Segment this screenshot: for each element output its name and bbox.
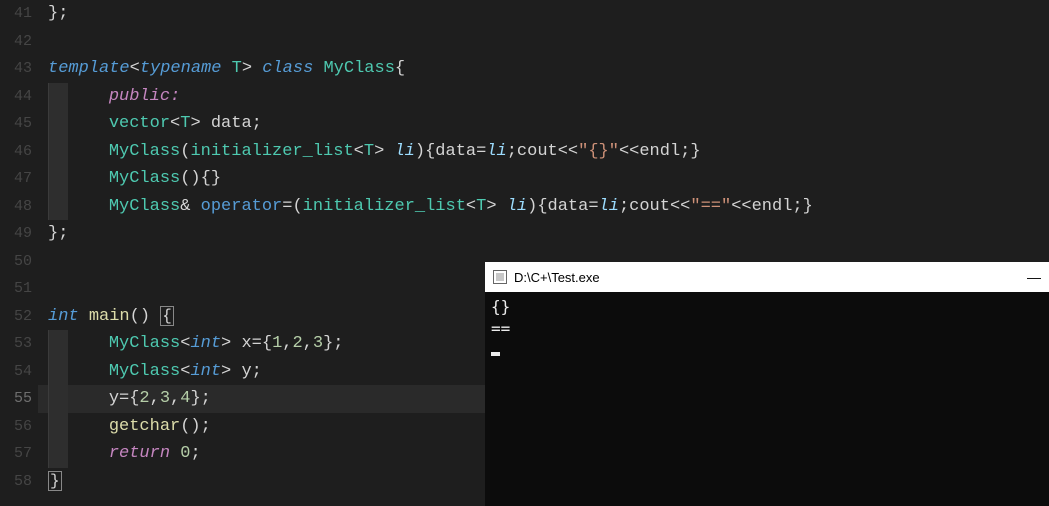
line-number: 57 [0, 440, 32, 468]
keyword-operator: operator [201, 197, 283, 216]
var-y: y [109, 389, 119, 408]
code-line[interactable]: template<typename T> class MyClass{ [38, 55, 1049, 83]
line-number: 52 [0, 303, 32, 331]
terminal-titlebar[interactable]: D:\C+\Test.exe — [485, 262, 1049, 292]
string-literal: "{}" [578, 142, 619, 161]
line-gutter: 41 42 43 44 45 46 47 48 49 50 51 52 53 5… [0, 0, 38, 506]
type-param: T [180, 114, 190, 133]
keyword-typename: typename [140, 59, 222, 78]
line-number: 53 [0, 330, 32, 358]
class-name: MyClass [109, 362, 180, 381]
keyword-int: int [190, 334, 221, 353]
member-data: data [211, 114, 252, 133]
line-number: 50 [0, 248, 32, 276]
keyword-int: int [190, 362, 221, 381]
ctor: MyClass [109, 142, 180, 161]
line-number: 56 [0, 413, 32, 441]
code-line[interactable]: MyClass& operator=(initializer_list<T> l… [38, 193, 1049, 221]
param-li: li [394, 142, 414, 161]
type-initlist: initializer_list [190, 142, 353, 161]
string-literal: "==" [690, 197, 731, 216]
keyword-class: class [262, 59, 313, 78]
type-vector: vector [109, 114, 170, 133]
num: 2 [292, 334, 302, 353]
num: 3 [313, 334, 323, 353]
cout: cout [517, 142, 558, 161]
line-number: 47 [0, 165, 32, 193]
code-line[interactable]: public: [38, 83, 1049, 111]
code-line[interactable]: MyClass(){} [38, 165, 1049, 193]
code-line[interactable]: }; [38, 220, 1049, 248]
terminal-window[interactable]: D:\C+\Test.exe — {} == [485, 262, 1049, 506]
member-data: data [435, 142, 476, 161]
var-x: x [241, 334, 251, 353]
line-number: 49 [0, 220, 32, 248]
window-controls: — [1027, 269, 1041, 285]
terminal-title-text: D:\C+\Test.exe [514, 270, 600, 285]
brace-match: } [48, 471, 62, 491]
text: }; [48, 4, 68, 23]
keyword-template: template [48, 59, 130, 78]
line-number: 45 [0, 110, 32, 138]
var-y: y [241, 362, 251, 381]
func-main: main [89, 307, 130, 326]
ctor: MyClass [109, 169, 180, 188]
line-number: 41 [0, 0, 32, 28]
brace-match: { [160, 306, 174, 326]
param-li: li [599, 197, 619, 216]
class-name: MyClass [109, 197, 180, 216]
endl: endl [752, 197, 793, 216]
code-line[interactable]: vector<T> data; [38, 110, 1049, 138]
cout: cout [629, 197, 670, 216]
type-initlist: initializer_list [303, 197, 466, 216]
type-param: T [476, 197, 486, 216]
endl: endl [639, 142, 680, 161]
terminal-cursor-line [491, 340, 1043, 362]
line-number: 43 [0, 55, 32, 83]
terminal-line: == [491, 318, 1043, 340]
num: 2 [139, 389, 149, 408]
class-name: MyClass [323, 59, 394, 78]
code-line[interactable] [38, 28, 1049, 56]
line-number: 51 [0, 275, 32, 303]
type-param: T [364, 142, 374, 161]
minimize-icon[interactable]: — [1027, 269, 1041, 285]
line-number: 44 [0, 83, 32, 111]
func-getchar: getchar [109, 417, 180, 436]
code-editor[interactable]: 41 42 43 44 45 46 47 48 49 50 51 52 53 5… [0, 0, 1049, 506]
keyword-int: int [48, 307, 79, 326]
line-number: 42 [0, 28, 32, 56]
num: 3 [160, 389, 170, 408]
line-number: 54 [0, 358, 32, 386]
member-data: data [548, 197, 589, 216]
num: 0 [180, 444, 190, 463]
num: 4 [180, 389, 190, 408]
line-number: 46 [0, 138, 32, 166]
line-number: 58 [0, 468, 32, 496]
line-number: 48 [0, 193, 32, 221]
code-line[interactable]: }; [38, 0, 1049, 28]
terminal-cursor [491, 352, 500, 356]
terminal-line: {} [491, 296, 1043, 318]
app-icon [493, 270, 507, 284]
param-li: li [507, 197, 527, 216]
code-line[interactable]: MyClass(initializer_list<T> li){data=li;… [38, 138, 1049, 166]
num: 1 [272, 334, 282, 353]
keyword-return: return [109, 444, 170, 463]
line-number: 55 [0, 385, 32, 413]
keyword-public: public [109, 87, 170, 106]
class-name: MyClass [109, 334, 180, 353]
type-param: T [232, 59, 242, 78]
terminal-body[interactable]: {} == [485, 292, 1049, 366]
param-li: li [486, 142, 506, 161]
